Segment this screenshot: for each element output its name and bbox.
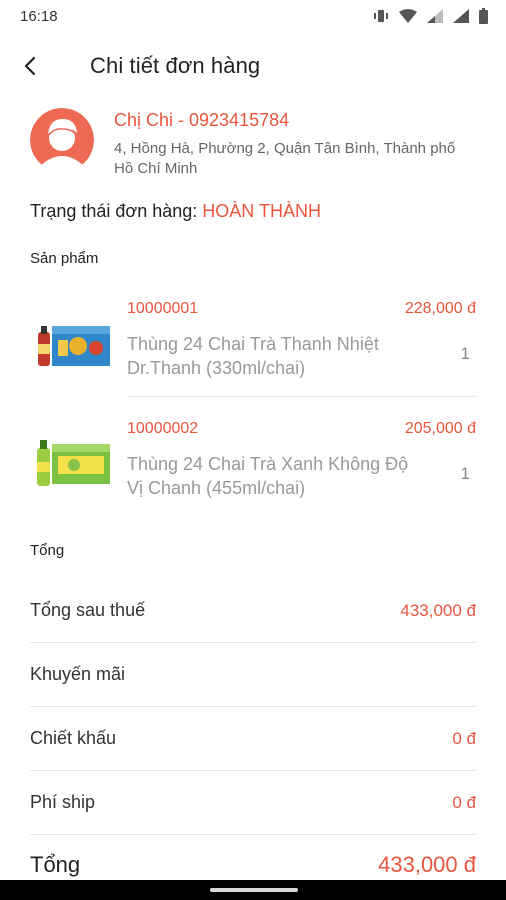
product-name: Thùng 24 Chai Trà Thanh Nhiệt Dr.Thanh (… (127, 334, 379, 378)
product-qty: 1 (460, 464, 470, 483)
product-image (37, 440, 110, 486)
divider (127, 396, 476, 397)
product-price: 205,000 đ (404, 420, 476, 437)
product-name: Thùng 24 Chai Trà Xanh Không Độ Vị Chanh… (127, 454, 409, 498)
product-code: 10000001 (127, 300, 199, 317)
product-qty: 1 (460, 344, 470, 363)
summary-value: 0 đ (452, 792, 476, 812)
avatar (30, 108, 94, 172)
signal-icon (453, 9, 469, 23)
product-item[interactable]: 10000001 228,000 đ Thùng 24 Chai Trà Tha… (30, 300, 476, 390)
back-arrow-icon (24, 56, 36, 76)
product-item[interactable]: 10000002 205,000 đ Thùng 24 Chai Trà Xan… (30, 420, 476, 510)
product-price: 228,000 đ (404, 300, 476, 317)
products-section-label: Sản phẩm (30, 250, 99, 267)
summary-row-subtotal: Tổng sau thuế 433,000 đ (30, 579, 476, 643)
home-handle[interactable] (210, 888, 298, 892)
summary-section-label: Tổng (30, 542, 65, 559)
battery-icon (479, 8, 488, 24)
customer-card: Chị Chi - 0923415784 4, Hồng Hà, Phường … (30, 108, 480, 179)
status-icons (373, 8, 488, 24)
signal-weak-icon (427, 9, 443, 23)
summary-value: 0 đ (452, 728, 476, 748)
total-label: Tổng (30, 852, 81, 877)
product-code: 10000002 (127, 420, 199, 437)
total-row: Tổng 433,000 đ (30, 852, 476, 878)
order-status-label: Trạng thái đơn hàng: (30, 201, 198, 221)
summary-label: Chiết khấu (30, 728, 117, 748)
status-bar: 16:18 (0, 0, 506, 32)
summary-label: Tổng sau thuế (30, 600, 146, 620)
page-title: Chi tiết đơn hàng (90, 53, 261, 78)
customer-address: 4, Hồng Hà, Phường 2, Quận Tân Bình, Thà… (114, 140, 456, 177)
summary-label: Phí ship (30, 792, 96, 812)
summary-value: 433,000 đ (400, 600, 476, 620)
summary-row-shipping: Phí ship 0 đ (30, 771, 476, 835)
summary-label: Khuyến mãi (30, 664, 126, 684)
order-status: Trạng thái đơn hàng: HOÀN THÀNH (30, 201, 321, 222)
avatar-icon (30, 108, 94, 172)
customer-name: Chị Chi - 0923415784 (114, 110, 290, 130)
system-nav-bar (0, 880, 506, 900)
order-status-value: HOÀN THÀNH (202, 201, 321, 221)
app-bar: Chi tiết đơn hàng (0, 40, 506, 92)
total-value: 433,000 đ (378, 852, 476, 877)
wifi-icon (399, 9, 417, 23)
summary-row-discount: Chiết khấu 0 đ (30, 707, 476, 771)
vibrate-icon (374, 10, 388, 22)
summary-row-promotion: Khuyến mãi (30, 643, 476, 707)
back-button[interactable] (0, 40, 60, 92)
product-image (38, 326, 110, 366)
status-time: 16:18 (20, 7, 58, 25)
